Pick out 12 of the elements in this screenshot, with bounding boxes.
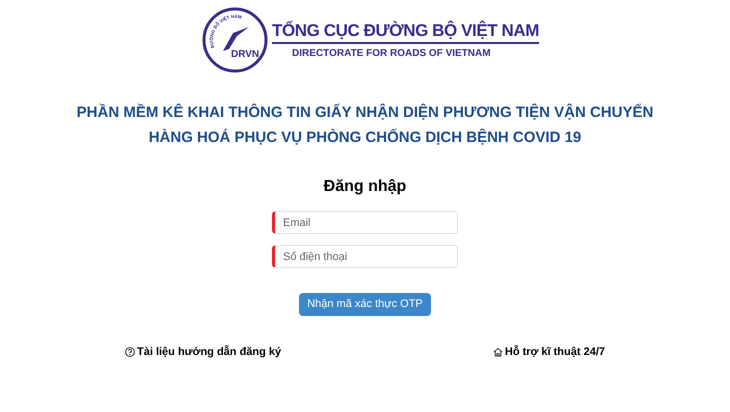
home-icon [492,347,503,358]
login-title: Đăng nhập [324,177,406,197]
app-heading: HÀNG HOÁ PHỤC VỤ PHÒNG CHỐNG DỊCH BỆNH COVID 19 [148,128,582,147]
app-heading: PHẦN MỀM KÊ KHAI THÔNG TIN GIẤY NHẬN DIỆN PHƯƠNG TIỆN VẬN CHUYỂN [76,103,654,122]
support-link[interactable]: Hỗ trợ kĩ thuật 24/7 [492,344,605,360]
help-icon [125,347,135,358]
input-field[interactable]: Số điện thoại [272,245,458,268]
organization-subtitle: DIRECTORATE FOR ROADS OF VIETNAM [292,46,492,60]
organization-name: TỔNG CỤC ĐƯỜNG BỘ VIỆT NAM [272,20,539,44]
guide-link[interactable]: Tài liệu hướng dẫn đăng ký [125,344,282,360]
otp-button[interactable]: Nhận mã xác thực OTP [299,293,431,316]
input-field[interactable]: Email [272,211,458,234]
